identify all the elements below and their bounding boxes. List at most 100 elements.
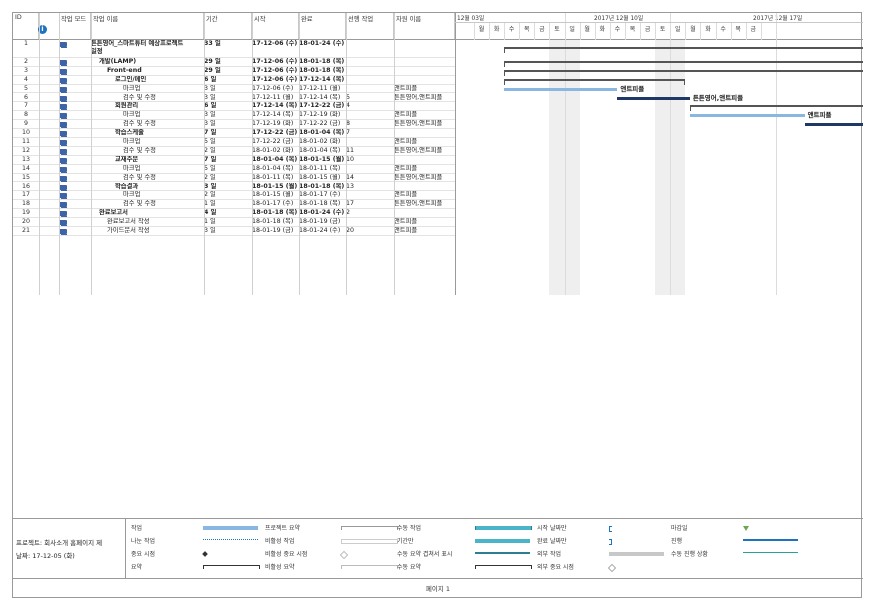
summary-bar[interactable] bbox=[689, 105, 863, 112]
task-id: 4 bbox=[23, 75, 28, 83]
task-mode bbox=[59, 40, 71, 50]
auto-schedule-icon bbox=[59, 86, 67, 93]
col-header-id[interactable]: ID bbox=[13, 13, 39, 39]
table-row[interactable]: 20 완료보고서 작성 1 일 18-01-18 (목) 18-01-19 (금) 앤트피… bbox=[13, 218, 455, 227]
table-row[interactable]: 16 학습결과 3 일 18-01-15 (월) 18-01-18 (목) 13 bbox=[13, 183, 455, 192]
day-label: 월 bbox=[584, 26, 590, 33]
task-resources: 앤트피플 bbox=[394, 111, 418, 119]
table-row[interactable]: 14 마크업 5 일 18-01-04 (목) 18-01-11 (목) 앤트피플 bbox=[13, 165, 455, 174]
table-row[interactable]: 2 개발(LAMP) 29 일 17-12-06 (수) 18-01-18 (목) bbox=[13, 58, 455, 67]
print-preview-page: ID 작업 모드 작업 이름 기간 시작 완료 선행 작업 자원 이름 i 1튼… bbox=[12, 12, 863, 598]
critical-task-bar[interactable] bbox=[617, 96, 690, 100]
table-row[interactable]: 6 검수 및 수정 3 일 17-12-11 (월) 17-12-14 (목) 5 튼튼영어… bbox=[13, 94, 455, 103]
task-id: 2 bbox=[23, 57, 28, 65]
summary-bar[interactable] bbox=[504, 47, 863, 53]
table-row[interactable]: 17 마크업 2 일 18-01-15 (월) 18-01-17 (수) 앤트피플 bbox=[13, 191, 455, 201]
task-finish: 18-01-18 (목) bbox=[299, 57, 345, 65]
legend-swatch bbox=[475, 539, 530, 543]
task-start: 17-12-22 (금) bbox=[252, 138, 294, 145]
task-duration: 2 일 bbox=[204, 173, 216, 181]
table-row[interactable]: 13 교재주문 7 일 18-01-04 (목) 18-01-15 (월) 10 bbox=[13, 156, 455, 165]
table-row[interactable]: 19 완료보고서 4 일 18-01-18 (목) 18-01-24 (수) 2 bbox=[13, 209, 455, 219]
day-label: 토 bbox=[554, 26, 560, 33]
table-row[interactable]: 7 회원관리 6 일 17-12-14 (목) 17-12-22 (금) 4 bbox=[13, 102, 455, 112]
task-duration: 6 일 bbox=[204, 102, 217, 110]
task-start: 18-01-02 (화) bbox=[252, 146, 294, 154]
table-row[interactable]: 10 학습스케줄 7 일 17-12-22 (금) 18-01-04 (목) 7 bbox=[13, 129, 455, 138]
task-start: 18-01-18 (목) bbox=[252, 218, 294, 226]
auto-schedule-icon bbox=[59, 166, 67, 173]
table-row[interactable]: 9 검수 및 수정 3 일 17-12-19 (화) 17-12-22 (금) 8 튼튼영어… bbox=[13, 120, 455, 130]
legend-label: 수동 요약 겹쳐서 표시 bbox=[397, 551, 453, 558]
task-id: 12 bbox=[21, 146, 30, 154]
legend-swatch bbox=[607, 563, 617, 573]
task-id: 3 bbox=[23, 66, 28, 74]
table-row[interactable]: 1 튼튼영어_스마트튜터 예상프로젝트 일정 33 일 17-12-06 (수) 18-… bbox=[13, 40, 455, 58]
summary-bar[interactable] bbox=[504, 60, 863, 67]
legend-label: 프로젝트 요약 bbox=[265, 525, 301, 532]
task-duration: 29 일 bbox=[204, 66, 221, 74]
col-header-predecessors[interactable]: 선행 작업 bbox=[346, 13, 394, 39]
task-resources: 앤트피플 bbox=[394, 227, 418, 234]
legend-swatch bbox=[203, 526, 258, 530]
task-duration: 3 일 bbox=[204, 111, 216, 119]
bar-resource-label: 튼튼영어,앤트피플 bbox=[692, 93, 744, 102]
task-predecessors: 10 bbox=[346, 155, 355, 163]
legend-label: 기간만 bbox=[397, 538, 414, 545]
table-row[interactable]: 3 Front-end 29 일 17-12-06 (수) 18-01-18 (목) bbox=[13, 67, 455, 76]
task-id: 16 bbox=[21, 182, 30, 190]
table-row[interactable]: 11 마크업 5 일 17-12-22 (금) 18-01-02 (화) 앤트피플 bbox=[13, 138, 455, 147]
summary-bar[interactable] bbox=[504, 78, 686, 85]
task-predecessors: 5 bbox=[346, 93, 351, 101]
table-row[interactable]: 15 검수 및 수정 2 일 18-01-11 (목) 18-01-15 (월) 14 튼튼… bbox=[13, 174, 455, 183]
task-finish: 17-12-14 (목) bbox=[299, 93, 341, 101]
table-row[interactable]: 8 마크업 3 일 17-12-14 (목) 17-12-19 (화) 앤트피플 bbox=[13, 111, 455, 121]
table-row[interactable]: 5 마크업 3 일 17-12-06 (수) 17-12-11 (월) 앤트피플 bbox=[13, 85, 455, 94]
legend-swatch bbox=[743, 539, 798, 541]
week-label: 12월 03일 bbox=[457, 16, 485, 22]
task-finish: 17-12-14 (목) bbox=[299, 75, 345, 83]
task-bar[interactable] bbox=[689, 114, 805, 118]
auto-schedule-icon bbox=[59, 193, 67, 200]
task-predecessors: 8 bbox=[346, 120, 351, 128]
task-finish: 18-01-15 (월) bbox=[299, 155, 345, 163]
task-id: 21 bbox=[21, 227, 30, 234]
task-finish: 17-12-22 (금) bbox=[299, 120, 341, 128]
auto-schedule-icon bbox=[59, 77, 67, 84]
auto-schedule-icon bbox=[59, 184, 67, 191]
task-duration: 3 일 bbox=[204, 182, 217, 190]
summary-bar[interactable] bbox=[504, 69, 863, 76]
col-header-start[interactable]: 시작 bbox=[252, 13, 299, 39]
legend-swatch bbox=[475, 552, 530, 554]
task-duration: 5 일 bbox=[204, 164, 216, 172]
table-row[interactable]: 4 로그인/메인 6 일 17-12-06 (수) 17-12-14 (목) bbox=[13, 76, 455, 85]
col-header-mode[interactable]: 작업 모드 bbox=[59, 13, 91, 39]
table-row[interactable]: 21 가이드문서 작성 3 일 18-01-19 (금) 18-01-24 (수) 20 앤… bbox=[13, 227, 455, 236]
task-id: 1 bbox=[23, 40, 28, 47]
table-row[interactable]: 18 검수 및 수정 1 일 18-01-17 (수) 18-01-18 (목) 17 튼튼… bbox=[13, 200, 455, 210]
day-label: 목 bbox=[629, 26, 636, 33]
task-finish: 18-01-18 (목) bbox=[299, 66, 345, 74]
col-header-name[interactable]: 작업 이름 bbox=[91, 13, 204, 39]
col-header-duration[interactable]: 기간 bbox=[204, 13, 252, 39]
legend-label: 외부 작업 bbox=[537, 551, 561, 558]
table-row[interactable]: 12 검수 및 수정 2 일 18-01-02 (화) 18-01-04 (목) 11 튼튼… bbox=[13, 147, 455, 156]
task-duration: 5 일 bbox=[204, 138, 216, 145]
task-id: 19 bbox=[21, 209, 30, 217]
task-resources: 튼튼영어,앤트피플 bbox=[394, 120, 443, 128]
task-bar[interactable] bbox=[504, 87, 618, 91]
legend-label: 진행 bbox=[671, 538, 683, 545]
critical-task-bar[interactable] bbox=[804, 123, 863, 127]
col-header-finish[interactable]: 완료 bbox=[299, 13, 346, 39]
task-resources: 앤트피플 bbox=[394, 164, 418, 172]
task-start: 17-12-14 (목) bbox=[252, 111, 294, 119]
col-header-resources[interactable]: 자원 이름 bbox=[394, 13, 455, 39]
task-resources: 앤트피플 bbox=[394, 218, 418, 226]
task-finish: 18-01-17 (수) bbox=[299, 191, 341, 199]
task-start: 17-12-06 (수) bbox=[252, 66, 298, 74]
auto-schedule-icon bbox=[59, 68, 67, 75]
day-label: 일 bbox=[569, 26, 575, 33]
auto-schedule-icon bbox=[59, 220, 67, 227]
task-duration: 1 일 bbox=[204, 200, 216, 208]
task-id: 15 bbox=[21, 173, 30, 181]
